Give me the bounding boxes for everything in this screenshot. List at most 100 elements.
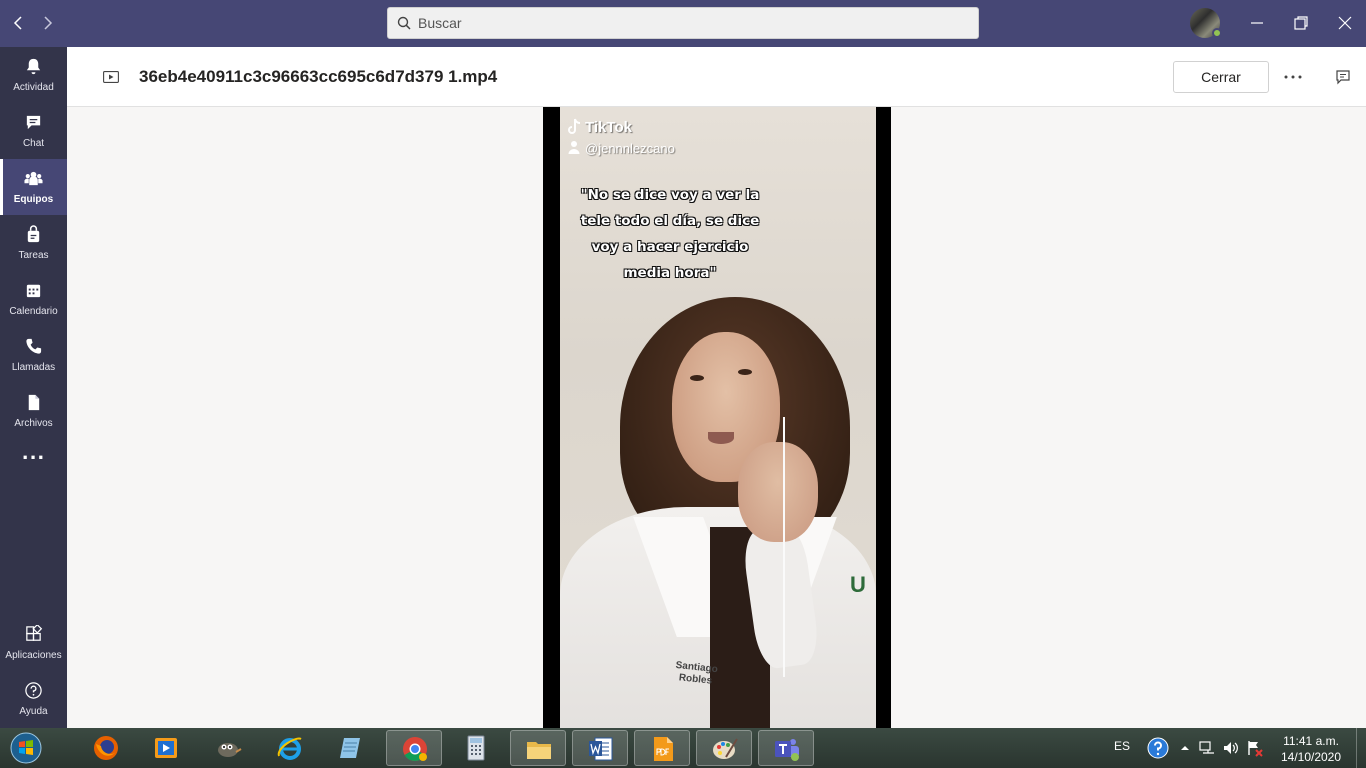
taskbar-file-explorer[interactable] (510, 730, 566, 766)
action-center-icon[interactable] (1246, 739, 1264, 757)
conversation-icon[interactable] (1335, 69, 1351, 85)
taskbar-pdf[interactable] (634, 730, 690, 766)
sidebar-item-activity[interactable]: Actividad (0, 47, 67, 103)
eye-shape (690, 375, 704, 381)
language-indicator[interactable]: ES (1114, 739, 1130, 753)
earphone-cable (783, 417, 791, 677)
taskbar-firefox[interactable] (78, 730, 134, 766)
apps-icon (26, 625, 43, 641)
start-icon[interactable] (6, 731, 46, 765)
chrome-icon (403, 737, 427, 762)
minimize-icon[interactable] (1246, 12, 1268, 34)
internet-explorer-icon (277, 737, 302, 760)
mouth-shape (708, 432, 734, 444)
sidebar-item-label: Tareas (18, 250, 49, 261)
media-player-icon (155, 738, 177, 758)
notes-icon (340, 738, 360, 758)
teams-icon (24, 171, 43, 186)
teams-app-icon (775, 739, 799, 761)
tiktok-username: @jennnlezcano (585, 141, 675, 156)
taskbar-gimp[interactable] (200, 730, 256, 766)
gimp-icon (218, 743, 242, 757)
search-input[interactable] (418, 8, 968, 38)
tiktok-logo-icon (568, 118, 581, 134)
video-frame: U Santiago Robles TikTok @jennnlezcano "… (560, 107, 876, 728)
sidebar-item-teams[interactable]: Equipos (0, 159, 67, 215)
sidebar-item-label: Archivos (14, 418, 53, 429)
clock-time: 11:41 a.m. (1283, 734, 1339, 748)
taskbar-notes[interactable] (322, 730, 378, 766)
sidebar-item-label: Actividad (13, 82, 54, 93)
presence-available-icon (1212, 28, 1222, 38)
caption-line: tele todo el día, se dice (580, 213, 760, 229)
sidebar-item-chat[interactable]: Chat (0, 103, 67, 159)
search-box[interactable] (387, 7, 979, 39)
word-icon (589, 737, 613, 761)
show-desktop-button[interactable] (1356, 728, 1366, 768)
bell-icon (26, 58, 41, 75)
sidebar-item-label: Equipos (13, 194, 54, 205)
volume-icon[interactable] (1222, 739, 1240, 757)
taskbar-teams[interactable] (758, 730, 814, 766)
sidebar-item-label: Llamadas (11, 362, 56, 373)
help-icon (25, 682, 42, 699)
sidebar-item-label: Calendario (9, 306, 58, 317)
file-title: 36eb4e40911c3c96663cc695c6d7d379 1.mp4 (139, 67, 498, 86)
caption-line: media hora" (623, 265, 717, 281)
more-options-icon[interactable] (1281, 67, 1305, 87)
taskbar-internet-explorer[interactable] (262, 730, 318, 766)
taskbar: ES 11:41 a.m. 14/10/2020 (0, 728, 1366, 768)
title-bar (0, 0, 1366, 47)
file-viewer: U Santiago Robles TikTok @jennnlezcano "… (67, 107, 1366, 728)
close-button[interactable]: Cerrar (1173, 61, 1269, 93)
more-apps-button[interactable]: ... (0, 439, 67, 479)
taskbar-media-player[interactable] (138, 730, 194, 766)
network-icon[interactable] (1198, 739, 1216, 757)
search-icon (397, 16, 411, 30)
assignments-icon (27, 225, 40, 243)
video-player[interactable]: U Santiago Robles TikTok @jennnlezcano "… (543, 107, 891, 728)
sidebar-item-calendar[interactable]: Calendario (0, 271, 67, 327)
firefox-icon (94, 736, 118, 760)
file-viewer-header: 36eb4e40911c3c96663cc695c6d7d379 1.mp4 C… (67, 47, 1366, 107)
more-icon: ... (21, 443, 46, 464)
caption-line: "No se dice voy a ver la (580, 187, 760, 203)
sidebar-item-label: Aplicaciones (5, 650, 62, 661)
taskbar-paint[interactable] (696, 730, 752, 766)
files-icon (28, 394, 40, 411)
show-hidden-icons-icon[interactable] (1176, 739, 1194, 757)
back-arrow-icon[interactable] (10, 14, 28, 32)
app-bar: Actividad Chat Equipos Tareas Calendario… (0, 47, 67, 728)
taskbar-word[interactable] (572, 730, 628, 766)
eye-shape (738, 369, 752, 375)
file-explorer-icon (527, 742, 551, 759)
taskbar-chrome[interactable] (386, 730, 442, 766)
system-clock[interactable]: 11:41 a.m. 14/10/2020 (1276, 733, 1346, 765)
sidebar-item-label: Ayuda (19, 706, 48, 717)
forward-arrow-icon[interactable] (38, 14, 56, 32)
coat-logo: U (850, 572, 866, 597)
calculator-icon (467, 735, 485, 761)
video-file-icon (103, 71, 119, 83)
sidebar-item-apps[interactable]: Aplicaciones (0, 615, 67, 671)
sidebar-item-help[interactable]: Ayuda (0, 671, 67, 727)
taskbar-calculator[interactable] (448, 730, 504, 766)
calendar-icon (26, 284, 41, 298)
sidebar-item-files[interactable]: Archivos (0, 383, 67, 439)
pdf-icon (654, 737, 673, 761)
clock-date: 14/10/2020 (1280, 750, 1342, 764)
tiktok-brand: TikTok (585, 119, 632, 136)
sidebar-item-calls[interactable]: Llamadas (0, 327, 67, 383)
phone-icon (26, 338, 42, 354)
user-icon (568, 141, 580, 154)
sidebar-item-assignments[interactable]: Tareas (0, 215, 67, 271)
video-caption: "No se dice voy a ver la tele todo el dí… (570, 182, 770, 286)
help-tray-icon[interactable] (1147, 737, 1169, 759)
hand (738, 442, 818, 542)
paint-icon (713, 738, 738, 759)
chat-icon (26, 115, 41, 130)
close-window-icon[interactable] (1334, 12, 1356, 34)
restore-icon[interactable] (1290, 12, 1312, 34)
caption-line: voy a hacer ejercicio (591, 239, 749, 255)
sidebar-item-label: Chat (22, 138, 45, 149)
